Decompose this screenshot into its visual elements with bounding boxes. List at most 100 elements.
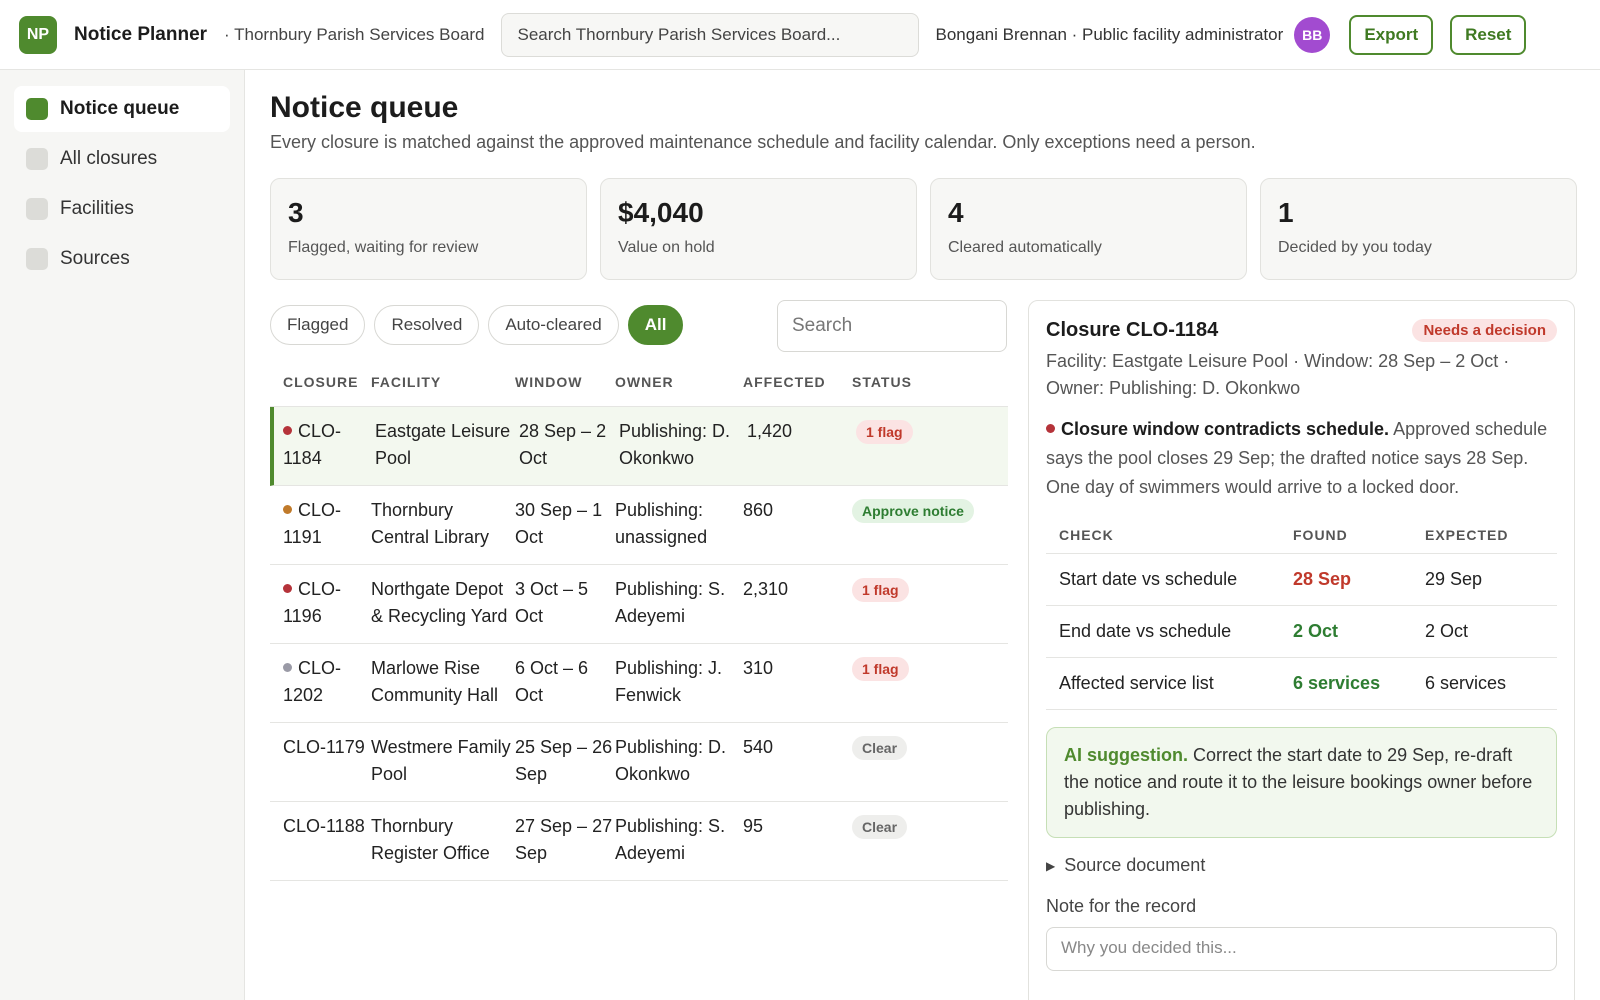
top-bar: NP Notice Planner · Thornbury Parish Ser…	[0, 0, 1600, 70]
stat-label: Cleared automatically	[948, 239, 1102, 256]
facility-name: Westmere Family Pool	[371, 737, 511, 784]
column-header: CHECK	[1059, 526, 1114, 543]
filter-resolved[interactable]: Resolved	[374, 305, 480, 345]
column-header[interactable]: FACILITY	[371, 374, 515, 390]
stat-card-flagged: 3 Flagged, waiting for review	[270, 178, 587, 280]
status-badge: 1 flag	[852, 578, 909, 602]
closure-window: 25 Sep – 26 Sep	[515, 737, 613, 784]
export-button[interactable]: Export	[1349, 14, 1434, 55]
org-name: · Thornbury Parish Services Board	[224, 24, 485, 44]
reset-button[interactable]: Reset	[1450, 14, 1527, 55]
facility-name: Eastgate Leisure Pool	[375, 421, 511, 468]
status-badge: 1 flag	[856, 420, 913, 444]
sidebar-item-sources[interactable]: Sources	[14, 236, 230, 282]
filter-flagged[interactable]: Flagged	[270, 305, 366, 345]
stat-label: Decided by you today	[1278, 239, 1432, 256]
status-dot-icon	[283, 426, 292, 435]
affected-count: 860	[743, 500, 774, 520]
sidebar-item-notice-queue[interactable]: Notice queue	[14, 86, 230, 132]
stat-card-decided: 1 Decided by you today	[1260, 178, 1577, 280]
status-badge: Clear	[852, 736, 908, 760]
app-title: Notice Planner	[74, 23, 208, 45]
table-row[interactable]: CLO-1196 Northgate Depot & Recycling Yard…	[270, 565, 1008, 644]
closure-window: 3 Oct – 5 Oct	[515, 579, 589, 626]
affected-count: 95	[743, 816, 764, 836]
detail-title: Closure CLO-1184	[1046, 319, 1219, 341]
stat-label: Flagged, waiting for review	[288, 239, 479, 256]
closure-id: CLO-1179	[283, 737, 365, 757]
ai-suggestion-label: AI suggestion.	[1064, 745, 1189, 765]
stat-label: Value on hold	[618, 239, 715, 256]
table-row[interactable]: CLO-1202 Marlowe Rise Community Hall 6 Oct…	[270, 644, 1008, 723]
status-badge[interactable]: Approve notice	[852, 499, 974, 523]
all-closures-icon	[26, 148, 48, 170]
column-header[interactable]: CLOSURE	[270, 374, 371, 390]
page-title: Notice queue	[270, 91, 459, 124]
affected-count: 1,420	[747, 421, 793, 441]
detail-header: Closure CLO-1184 Needs a decision	[1046, 319, 1557, 342]
sidebar-item-label: Notice queue	[60, 98, 180, 119]
filter-auto-cleared[interactable]: Auto-cleared	[488, 305, 619, 345]
sources-icon	[26, 248, 48, 270]
check-row: Start date vs schedule 28 Sep 29 Sep	[1046, 554, 1557, 606]
sidebar-item-label: Facilities	[60, 198, 134, 219]
notice-queue-icon	[26, 98, 48, 120]
table-row[interactable]: CLO-1188 Thornbury Register Office 27 Sep …	[270, 802, 1008, 881]
filter-all[interactable]: All	[627, 305, 684, 345]
affected-count: 2,310	[743, 579, 789, 599]
sidebar-item-facilities[interactable]: Facilities	[14, 186, 230, 232]
owner: Publishing: D. Okonkwo	[619, 421, 731, 468]
status-dot-icon	[283, 584, 292, 593]
check-expected: 2 Oct	[1425, 621, 1469, 641]
sidebar: Notice queue All closures Facilities Sou…	[0, 70, 245, 1000]
stat-card-cleared: 4 Cleared automatically	[930, 178, 1247, 280]
sidebar-item-label: Sources	[60, 248, 130, 269]
table-row[interactable]: CLO-1191 Thornbury Central Library 30 Sep …	[270, 486, 1008, 565]
closure-search-input[interactable]: Search	[777, 300, 1007, 352]
note-input[interactable]: Why you decided this...	[1046, 927, 1557, 971]
stat-value: $4,040	[618, 197, 704, 228]
owner: Publishing: S. Adeyemi	[615, 579, 726, 626]
column-header: EXPECTED	[1425, 526, 1509, 543]
check-found: 6 services	[1293, 673, 1381, 693]
table-row[interactable]: CLO-1184 Eastgate Leisure Pool 28 Sep – 2 …	[270, 407, 1008, 486]
closure-id: CLO-1188	[283, 816, 365, 836]
facility-name: Marlowe Rise Community Hall	[371, 658, 499, 705]
column-header[interactable]: AFFECTED	[743, 374, 852, 390]
column-header[interactable]: WINDOW	[515, 374, 615, 390]
status-dot-icon	[283, 663, 292, 672]
closure-window: 30 Sep – 1 Oct	[515, 500, 603, 547]
check-name: Affected service list	[1059, 673, 1214, 693]
facility-name: Thornbury Central Library	[371, 500, 490, 547]
column-header[interactable]: OWNER	[615, 374, 743, 390]
closure-window: 28 Sep – 2 Oct	[519, 421, 607, 468]
table-row[interactable]: CLO-1179 Westmere Family Pool 25 Sep – 26 …	[270, 723, 1008, 802]
disclosure-triangle-icon: ▶	[1046, 858, 1056, 873]
status-badge: 1 flag	[852, 657, 909, 681]
detail-issue: Closure window contradicts schedule. App…	[1046, 415, 1557, 502]
sidebar-item-all-closures[interactable]: All closures	[14, 136, 230, 182]
global-search-input[interactable]: Search Thornbury Parish Services Board..…	[500, 12, 919, 57]
owner: Publishing: J. Fenwick	[615, 658, 723, 705]
closure-detail-panel: Closure CLO-1184 Needs a decision Facili…	[1028, 300, 1575, 1000]
avatar[interactable]: BB	[1294, 16, 1331, 53]
closure-window: 6 Oct – 6 Oct	[515, 658, 589, 705]
check-row: Affected service list 6 services 6 servi…	[1046, 658, 1557, 710]
affected-count: 540	[743, 737, 774, 757]
closures-table: CLOSURE FACILITY WINDOW OWNER AFFECTED S…	[270, 357, 1008, 881]
stat-value: 4	[948, 197, 964, 228]
check-name: End date vs schedule	[1059, 621, 1232, 641]
issue-dot-icon	[1046, 424, 1055, 433]
check-found: 28 Sep	[1293, 569, 1352, 589]
check-name: Start date vs schedule	[1059, 569, 1238, 589]
table-header: CLOSURE FACILITY WINDOW OWNER AFFECTED S…	[270, 357, 1008, 407]
stat-value: 3	[288, 197, 304, 228]
checks-table: CHECK FOUND EXPECTED Start date vs sched…	[1046, 516, 1557, 710]
owner: Publishing: D. Okonkwo	[615, 737, 727, 784]
detail-meta: Facility: Eastgate Leisure Pool · Window…	[1046, 351, 1510, 398]
source-document-toggle[interactable]: ▶ Source document	[1046, 855, 1557, 876]
status-dot-icon	[283, 505, 292, 514]
column-header[interactable]: STATUS	[852, 374, 1002, 390]
sidebar-item-label: All closures	[60, 148, 158, 169]
stat-card-value-on-hold: $4,040 Value on hold	[600, 178, 917, 280]
